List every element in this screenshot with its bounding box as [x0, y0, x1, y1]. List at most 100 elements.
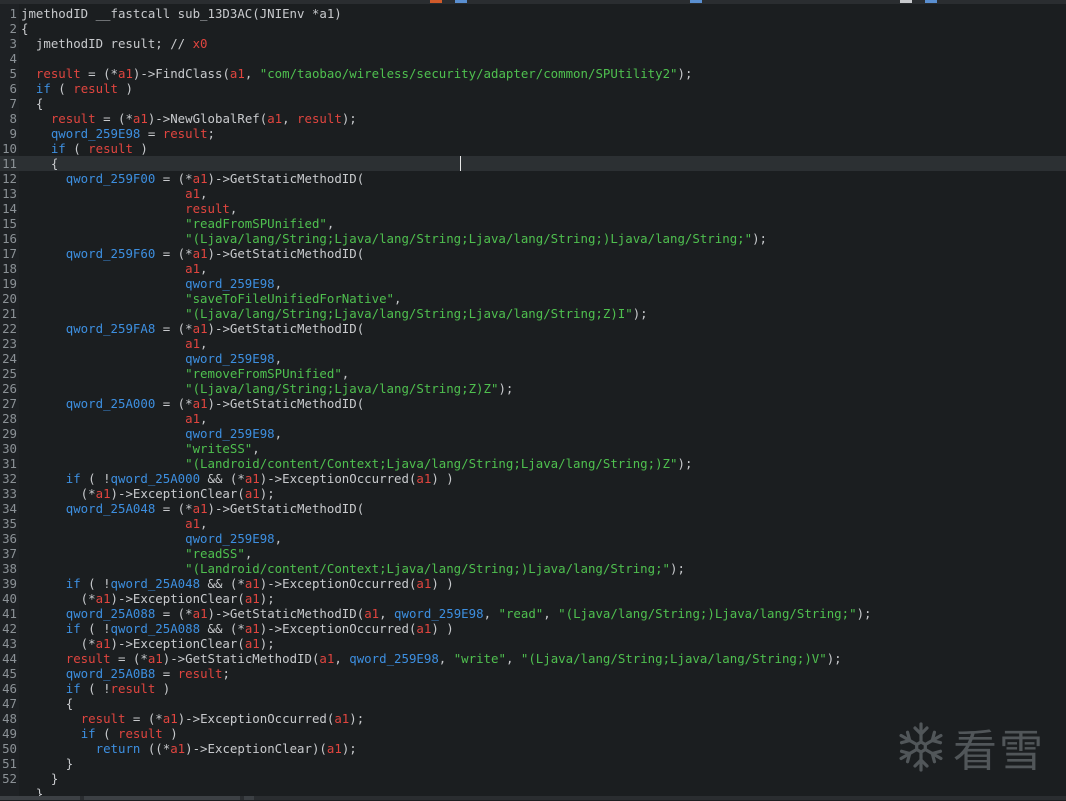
code-line[interactable]: 16 "(Ljava/lang/String;Ljava/lang/String…	[0, 231, 1066, 246]
variable-token[interactable]: result	[66, 651, 111, 666]
global-identifier[interactable]: qword_25A048	[66, 501, 156, 516]
variable-token[interactable]: a1	[364, 606, 379, 621]
variable-token[interactable]: result	[88, 141, 133, 156]
variable-token[interactable]: a1	[185, 336, 200, 351]
variable-token[interactable]: a1	[163, 711, 178, 726]
code-line[interactable]: 2{	[0, 21, 1066, 36]
keyword-token[interactable]: if	[66, 471, 81, 486]
code-line[interactable]: 20 "saveToFileUnifiedForNative",	[0, 291, 1066, 306]
code-line[interactable]: 30 "writeSS",	[0, 441, 1066, 456]
code-line[interactable]: 34 qword_25A048 = (*a1)->GetStaticMethod…	[0, 501, 1066, 516]
code-line[interactable]: 7 {	[0, 96, 1066, 111]
global-identifier[interactable]: qword_259E98	[349, 651, 439, 666]
pseudocode-editor[interactable]: 1 jmethodID __fastcall sub_13D3AC(JNIEnv …	[0, 4, 1066, 801]
variable-token[interactable]: result	[185, 201, 230, 216]
code-line[interactable]: 11 {	[0, 156, 1066, 171]
code-line[interactable]: 28 a1,	[0, 411, 1066, 426]
global-identifier[interactable]: qword_25A048	[111, 576, 201, 591]
variable-token[interactable]: result	[111, 681, 156, 696]
variable-token[interactable]: a1	[267, 111, 282, 126]
code-line[interactable]: 32 if ( !qword_25A000 && (*a1)->Exceptio…	[0, 471, 1066, 486]
string-literal[interactable]: "read"	[498, 606, 543, 621]
global-identifier[interactable]: qword_25A088	[66, 606, 156, 621]
variable-token[interactable]: a1	[133, 111, 148, 126]
variable-token[interactable]: result	[81, 711, 126, 726]
variable-token[interactable]: a1	[245, 621, 260, 636]
code-line[interactable]: 3 jmethodID result; // x0	[0, 36, 1066, 51]
string-literal[interactable]: "readFromSPUnified"	[185, 216, 327, 231]
code-line[interactable]: 15 "readFromSPUnified",	[0, 216, 1066, 231]
tab-marker[interactable]	[430, 0, 442, 3]
string-literal[interactable]: "readSS"	[185, 546, 245, 561]
global-identifier[interactable]: qword_25A088	[111, 621, 201, 636]
variable-token[interactable]: a1	[193, 246, 208, 261]
code-line[interactable]: 24 qword_259E98,	[0, 351, 1066, 366]
code-line[interactable]: 47 {	[0, 696, 1066, 711]
global-identifier[interactable]: qword_25A000	[111, 471, 201, 486]
string-literal[interactable]: "(Landroid/content/Context;Ljava/lang/St…	[185, 456, 677, 471]
code-line[interactable]: 17 qword_259F60 = (*a1)->GetStaticMethod…	[0, 246, 1066, 261]
code-line[interactable]: 41 qword_25A088 = (*a1)->GetStaticMethod…	[0, 606, 1066, 621]
string-literal[interactable]: "write"	[454, 651, 506, 666]
code-line[interactable]: 12 qword_259F00 = (*a1)->GetStaticMethod…	[0, 171, 1066, 186]
global-identifier[interactable]: qword_259E98	[185, 351, 275, 366]
keyword-token[interactable]: if	[66, 681, 81, 696]
global-identifier[interactable]: qword_259F00	[66, 171, 156, 186]
variable-token[interactable]: a1	[118, 66, 133, 81]
string-literal[interactable]: "(Landroid/content/Context;Ljava/lang/St…	[185, 561, 670, 576]
code-line[interactable]: 38 "(Landroid/content/Context;Ljava/lang…	[0, 561, 1066, 576]
variable-token[interactable]: a1	[193, 501, 208, 516]
variable-token[interactable]: a1	[334, 711, 349, 726]
string-literal[interactable]: "writeSS"	[185, 441, 252, 456]
global-identifier[interactable]: qword_259F60	[66, 246, 156, 261]
code-line[interactable]: 46 if ( !result )	[0, 681, 1066, 696]
string-literal[interactable]: "(Ljava/lang/String;Ljava/lang/String;Lj…	[185, 306, 633, 321]
variable-token[interactable]: a1	[193, 321, 208, 336]
variable-token[interactable]: a1	[96, 486, 111, 501]
variable-token[interactable]: x0	[193, 36, 208, 51]
variable-token[interactable]: a1	[245, 471, 260, 486]
code-line[interactable]: 42 if ( !qword_25A088 && (*a1)->Exceptio…	[0, 621, 1066, 636]
tab-marker[interactable]	[455, 0, 467, 3]
code-line[interactable]: 26 "(Ljava/lang/String;Ljava/lang/String…	[0, 381, 1066, 396]
bottom-scrollbar[interactable]	[0, 796, 1066, 800]
variable-token[interactable]: result	[163, 126, 208, 141]
global-identifier[interactable]: qword_259E98	[185, 531, 275, 546]
variable-token[interactable]: a1	[416, 576, 431, 591]
variable-token[interactable]: result	[36, 66, 81, 81]
variable-token[interactable]: a1	[96, 636, 111, 651]
global-identifier[interactable]: qword_259FA8	[66, 321, 156, 336]
keyword-token[interactable]: return	[96, 741, 141, 756]
keyword-token[interactable]: if	[81, 726, 96, 741]
global-identifier[interactable]: qword_25A0B8	[66, 666, 156, 681]
code-line[interactable]: 14 result,	[0, 201, 1066, 216]
keyword-token[interactable]: if	[51, 141, 66, 156]
code-line[interactable]: 43 (*a1)->ExceptionClear(a1);	[0, 636, 1066, 651]
variable-token[interactable]: a1	[327, 741, 342, 756]
variable-token[interactable]: result	[297, 111, 342, 126]
variable-token[interactable]: a1	[193, 396, 208, 411]
code-line[interactable]: 13 a1,	[0, 186, 1066, 201]
code-line[interactable]: 29 qword_259E98,	[0, 426, 1066, 441]
variable-token[interactable]: a1	[245, 591, 260, 606]
variable-token[interactable]: result	[51, 111, 96, 126]
keyword-token[interactable]: if	[66, 576, 81, 591]
global-identifier[interactable]: qword_259E98	[394, 606, 484, 621]
global-identifier[interactable]: qword_259E98	[185, 276, 275, 291]
variable-token[interactable]: a1	[245, 486, 260, 501]
global-identifier[interactable]: qword_259E98	[51, 126, 141, 141]
variable-token[interactable]: a1	[185, 516, 200, 531]
code-line[interactable]: 45 qword_25A0B8 = result;	[0, 666, 1066, 681]
code-line[interactable]: 6 if ( result )	[0, 81, 1066, 96]
variable-token[interactable]: a1	[185, 411, 200, 426]
code-line[interactable]: 35 a1,	[0, 516, 1066, 531]
code-line[interactable]: 44 result = (*a1)->GetStaticMethodID(a1,…	[0, 651, 1066, 666]
code-line[interactable]: 4	[0, 51, 1066, 66]
variable-token[interactable]: a1	[245, 576, 260, 591]
code-line[interactable]: 23 a1,	[0, 336, 1066, 351]
code-line[interactable]: 36 qword_259E98,	[0, 531, 1066, 546]
code-line[interactable]: 18 a1,	[0, 261, 1066, 276]
string-literal[interactable]: "(Ljava/lang/String;Ljava/lang/String;Z)…	[185, 381, 498, 396]
code-line[interactable]: 8 result = (*a1)->NewGlobalRef(a1, resul…	[0, 111, 1066, 126]
code-line[interactable]: 9 qword_259E98 = result;	[0, 126, 1066, 141]
